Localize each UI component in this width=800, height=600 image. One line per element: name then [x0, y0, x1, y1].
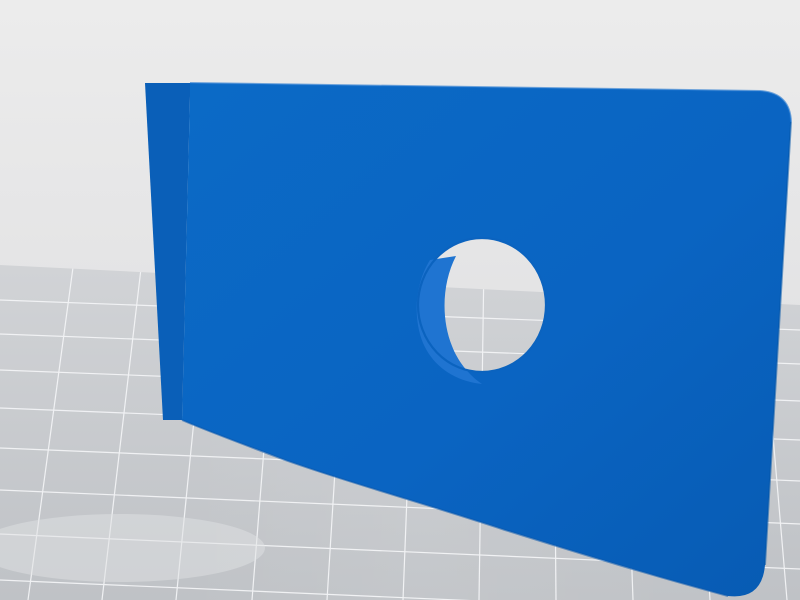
viewport-scene — [0, 0, 800, 600]
3d-viewport[interactable] — [0, 0, 800, 600]
